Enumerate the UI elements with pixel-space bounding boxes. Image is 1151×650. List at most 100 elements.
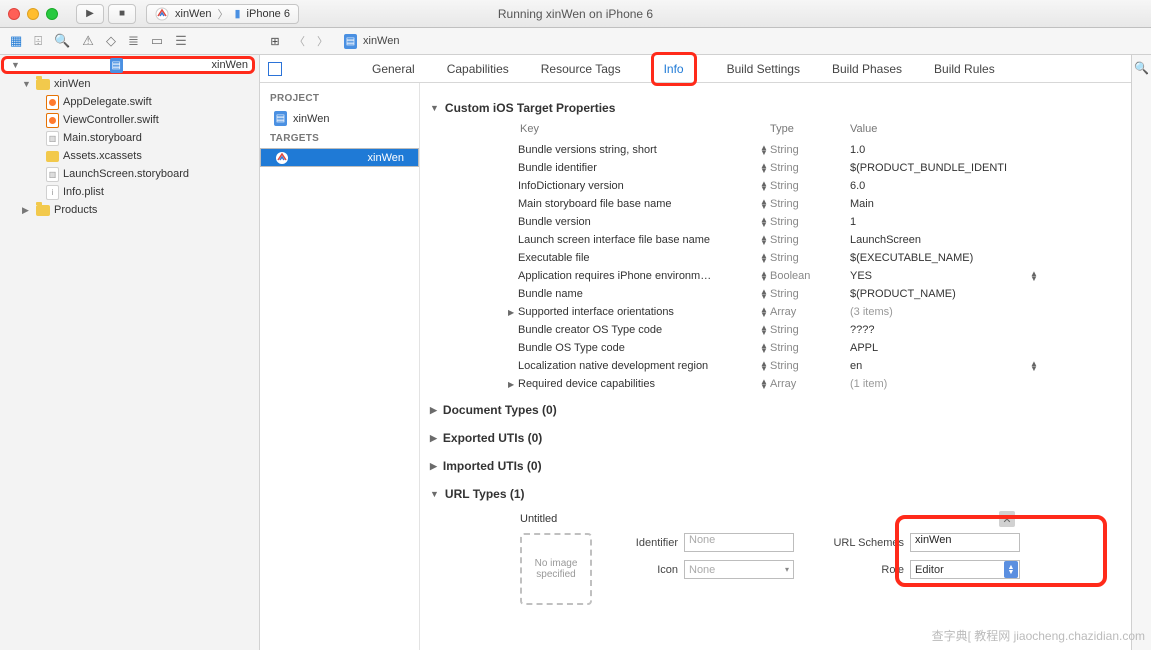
plist-row[interactable]: Main storyboard file base name▲▼StringMa… xyxy=(430,195,1121,213)
plist-row[interactable]: ▶Supported interface orientations▲▼Array… xyxy=(430,303,1121,321)
section-header[interactable]: ▶ Exported UTIs (0) xyxy=(430,427,1121,449)
plist-row[interactable]: Bundle OS Type code▲▼StringAPPL xyxy=(430,339,1121,357)
stop-button[interactable]: ■ xyxy=(108,4,136,24)
project-navigator-icon[interactable]: ▦ xyxy=(10,33,22,49)
minimize-window-icon[interactable] xyxy=(27,8,39,20)
key-stepper-icon[interactable]: ▲▼ xyxy=(758,181,770,191)
image-well[interactable]: No image specified xyxy=(520,533,592,605)
disclosure-triangle-icon[interactable]: ▼ xyxy=(430,103,439,113)
value-stepper-icon[interactable]: ▲▼ xyxy=(1030,271,1042,281)
disclosure-triangle-icon[interactable]: ▶ xyxy=(430,461,437,472)
plist-row[interactable]: Bundle name▲▼String$(PRODUCT_NAME) xyxy=(430,285,1121,303)
tab-build-settings[interactable]: Build Settings xyxy=(725,58,802,80)
tab-build-rules[interactable]: Build Rules xyxy=(932,58,997,80)
section-header[interactable]: ▶ Imported UTIs (0) xyxy=(430,455,1121,477)
storyboard-file-icon: ▥ xyxy=(46,131,59,146)
related-items-icon[interactable]: ⊞ xyxy=(268,34,282,48)
target-item[interactable]: xinWen xyxy=(260,148,419,167)
plist-value: (1 item) xyxy=(850,378,1030,390)
url-schemes-input[interactable]: xinWen xyxy=(910,533,1020,552)
section-header[interactable]: ▼ Custom iOS Target Properties xyxy=(430,97,1121,119)
disclosure-triangle-icon[interactable]: ▼ xyxy=(430,489,439,499)
plist-row[interactable]: Bundle version▲▼String1 xyxy=(430,213,1121,231)
plist-type: String xyxy=(770,216,850,228)
key-stepper-icon[interactable]: ▲▼ xyxy=(758,325,770,335)
plist-row[interactable]: ▶Required device capabilities▲▼Array(1 i… xyxy=(430,375,1121,393)
debug-navigator-icon[interactable]: ≣ xyxy=(128,33,139,49)
project-item[interactable]: ▤ xinWen xyxy=(260,108,419,129)
key-stepper-icon[interactable]: ▲▼ xyxy=(758,217,770,227)
role-select[interactable]: Editor ▲▼ xyxy=(910,560,1020,579)
key-stepper-icon[interactable]: ▲▼ xyxy=(758,145,770,155)
value-stepper-icon[interactable]: ▲▼ xyxy=(1030,361,1042,371)
tab-general[interactable]: General xyxy=(370,58,417,80)
project-targets-column: PROJECT ▤ xinWen TARGETS xinWen xyxy=(260,83,420,650)
file-row[interactable]: AppDelegate.swift xyxy=(0,93,259,111)
tab-capabilities[interactable]: Capabilities xyxy=(445,58,511,80)
disclosure-triangle-icon[interactable]: ▶ xyxy=(430,405,437,416)
plist-row[interactable]: InfoDictionary version▲▼String6.0 xyxy=(430,177,1121,195)
scheme-selector[interactable]: xinWen 〉 ▮ iPhone 6 xyxy=(146,4,299,24)
tab-build-phases[interactable]: Build Phases xyxy=(830,58,904,80)
key-stepper-icon[interactable]: ▲▼ xyxy=(758,361,770,371)
file-row[interactable]: i Info.plist xyxy=(0,183,259,201)
nav-forward-icon[interactable]: 〉 xyxy=(317,33,328,49)
breakpoint-navigator-icon[interactable]: ▭ xyxy=(151,33,163,49)
file-row[interactable]: ▥ LaunchScreen.storyboard xyxy=(0,165,259,183)
key-stepper-icon[interactable]: ▲▼ xyxy=(758,379,770,389)
report-navigator-icon[interactable]: ☰ xyxy=(175,33,187,49)
group-row[interactable]: ▶ Products xyxy=(0,201,259,219)
key-stepper-icon[interactable]: ▲▼ xyxy=(758,343,770,353)
disclosure-triangle-icon[interactable]: ▶ xyxy=(508,380,518,389)
file-row[interactable]: ViewController.swift xyxy=(0,111,259,129)
key-stepper-icon[interactable]: ▲▼ xyxy=(758,253,770,263)
outline-toggle-icon[interactable] xyxy=(268,62,282,76)
search-navigator-icon[interactable]: 🔍 xyxy=(54,33,70,49)
section-header[interactable]: ▼ URL Types (1) xyxy=(430,483,1121,505)
plist-row[interactable]: Localization native development region▲▼… xyxy=(430,357,1121,375)
disclosure-triangle-icon[interactable]: ▼ xyxy=(22,79,32,89)
project-root[interactable]: ▼ ▤ xinWen xyxy=(1,56,255,74)
plist-row[interactable]: Bundle versions string, short▲▼String1.0 xyxy=(430,141,1121,159)
delete-url-type-button[interactable]: ✕ xyxy=(999,511,1015,527)
key-stepper-icon[interactable]: ▲▼ xyxy=(758,163,770,173)
nav-back-icon[interactable]: 〈 xyxy=(294,33,305,49)
quick-help-icon[interactable]: 🔍 xyxy=(1134,61,1149,75)
key-stepper-icon[interactable]: ▲▼ xyxy=(758,271,770,281)
plist-row[interactable]: Application requires iPhone environm…▲▼B… xyxy=(430,267,1121,285)
tab-resource-tags[interactable]: Resource Tags xyxy=(539,58,623,80)
section-header[interactable]: ▶ Document Types (0) xyxy=(430,399,1121,421)
zoom-window-icon[interactable] xyxy=(46,8,58,20)
plist-row[interactable]: Bundle creator OS Type code▲▼String???? xyxy=(430,321,1121,339)
close-window-icon[interactable] xyxy=(8,8,20,20)
plist-key: Bundle name xyxy=(518,288,758,300)
plist-row[interactable]: Executable file▲▼String$(EXECUTABLE_NAME… xyxy=(430,249,1121,267)
icon-select[interactable]: None ▾ xyxy=(684,560,794,579)
group-row[interactable]: ▼ xinWen xyxy=(0,75,259,93)
tab-info[interactable]: Info xyxy=(662,58,686,80)
disclosure-triangle-icon[interactable]: ▼ xyxy=(11,60,21,70)
run-button[interactable]: ▶ xyxy=(76,4,104,24)
file-label: AppDelegate.swift xyxy=(63,96,152,108)
plist-row[interactable]: Launch screen interface file base name▲▼… xyxy=(430,231,1121,249)
key-stepper-icon[interactable]: ▲▼ xyxy=(758,289,770,299)
test-navigator-icon[interactable]: ◇ xyxy=(106,33,116,49)
plist-key: Main storyboard file base name xyxy=(518,198,758,210)
issue-navigator-icon[interactable]: ⚠ xyxy=(82,33,94,49)
file-label: ViewController.swift xyxy=(63,114,159,126)
symbol-navigator-icon[interactable]: ⌹ xyxy=(34,33,42,49)
plist-key: Application requires iPhone environm… xyxy=(518,270,758,282)
key-stepper-icon[interactable]: ▲▼ xyxy=(758,199,770,209)
identifier-input[interactable]: None xyxy=(684,533,794,552)
disclosure-triangle-icon[interactable]: ▶ xyxy=(22,205,32,216)
file-row[interactable]: Assets.xcassets xyxy=(0,147,259,165)
key-stepper-icon[interactable]: ▲▼ xyxy=(758,235,770,245)
plist-row[interactable]: Bundle identifier▲▼String$(PRODUCT_BUNDL… xyxy=(430,159,1121,177)
disclosure-triangle-icon[interactable]: ▶ xyxy=(508,308,518,317)
identifier-label: Identifier xyxy=(616,537,678,549)
project-file-icon: ▤ xyxy=(344,34,357,49)
jump-bar[interactable]: ⊞ 〈 〉 ▤ xinWen xyxy=(260,28,1151,54)
key-stepper-icon[interactable]: ▲▼ xyxy=(758,307,770,317)
file-row[interactable]: ▥ Main.storyboard xyxy=(0,129,259,147)
disclosure-triangle-icon[interactable]: ▶ xyxy=(430,433,437,444)
